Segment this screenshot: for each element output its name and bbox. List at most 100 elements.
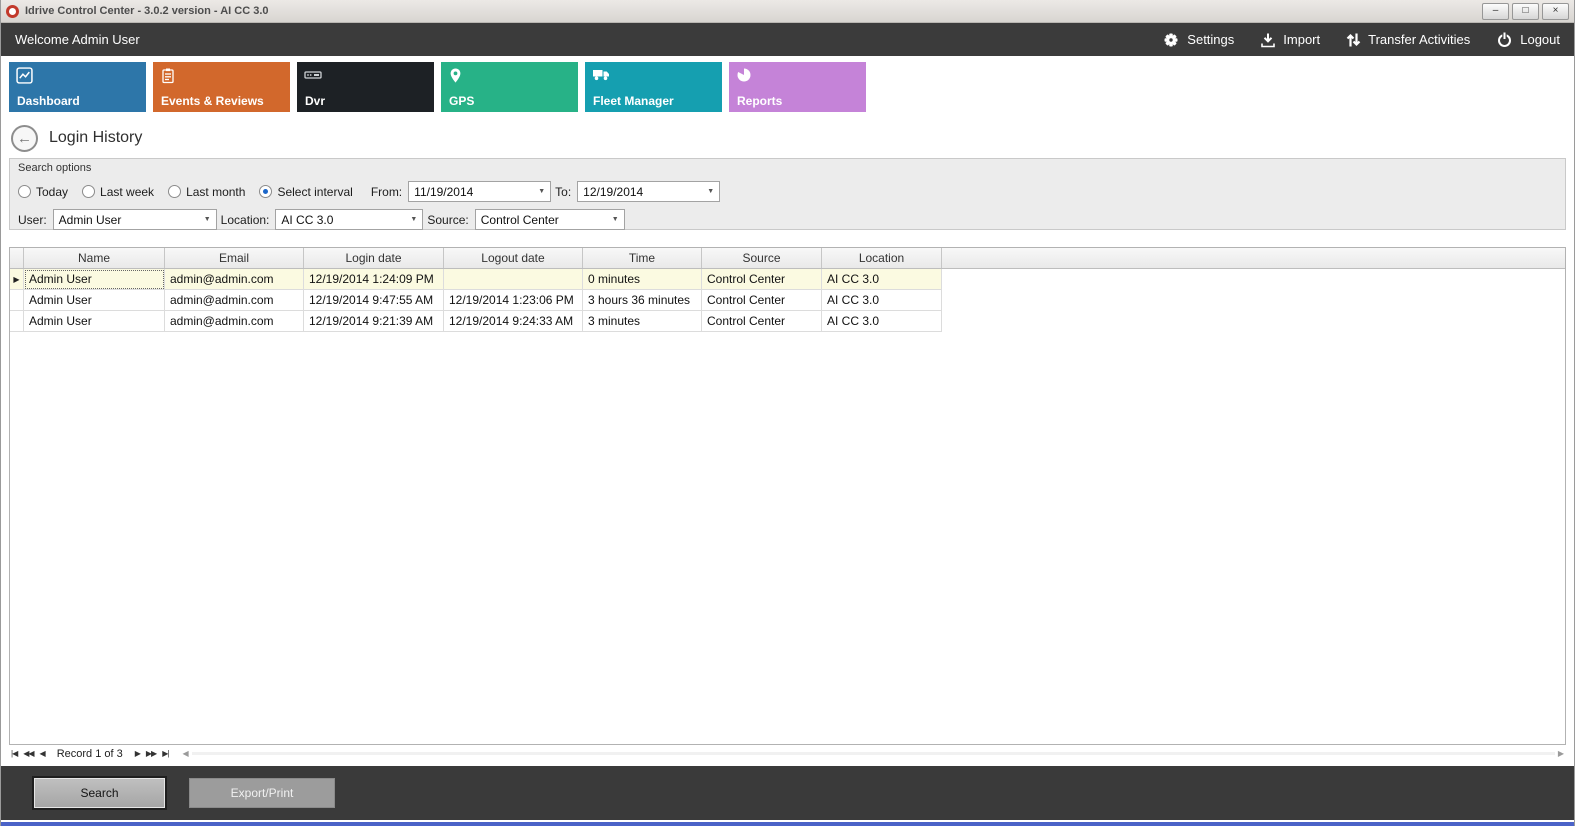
- cell-logout-date[interactable]: 12/19/2014 9:24:33 AM: [444, 311, 583, 332]
- radio-select-interval-circle[interactable]: [259, 185, 272, 198]
- radio-last-month[interactable]: Last month: [168, 185, 245, 199]
- settings-button[interactable]: Settings: [1162, 31, 1234, 49]
- pie-chart-icon: [736, 67, 752, 88]
- record-count-text: Record 1 of 3: [57, 748, 123, 760]
- welcome-text: Welcome Admin User: [15, 32, 140, 47]
- nav-tile-dvr[interactable]: Dvr: [297, 62, 434, 112]
- column-header-email[interactable]: Email: [165, 248, 304, 268]
- location-dropdown[interactable]: AI CC 3.0 ▼: [275, 209, 423, 230]
- scrollbar-track[interactable]: [192, 752, 1555, 755]
- import-label: Import: [1283, 32, 1320, 47]
- cell-login-date[interactable]: 12/19/2014 9:47:55 AM: [304, 290, 444, 311]
- column-header-login-date[interactable]: Login date: [304, 248, 444, 268]
- radio-last-month-circle[interactable]: [168, 185, 181, 198]
- nav-tile-reports[interactable]: Reports: [729, 62, 866, 112]
- import-download-icon: [1260, 32, 1276, 48]
- cell-name[interactable]: Admin User: [24, 290, 165, 311]
- grid-horizontal-scrollbar[interactable]: ◀ ▶: [182, 749, 1564, 758]
- cell-login-date[interactable]: 12/19/2014 9:21:39 AM: [304, 311, 444, 332]
- table-row[interactable]: Admin User admin@admin.com 12/19/2014 9:…: [10, 311, 1565, 332]
- radio-today-circle[interactable]: [18, 185, 31, 198]
- window-bottom-border: [1, 822, 1574, 826]
- radio-today-label: Today: [36, 185, 68, 199]
- location-label: Location:: [221, 213, 270, 227]
- cell-name[interactable]: Admin User: [24, 269, 165, 290]
- column-header-time[interactable]: Time: [583, 248, 702, 268]
- to-date-dropdown[interactable]: 12/19/2014 ▼: [577, 181, 720, 202]
- cell-logout-date[interactable]: [444, 269, 583, 290]
- search-options-label: Search options: [18, 162, 1557, 174]
- line-chart-icon: [16, 67, 33, 89]
- chevron-down-icon[interactable]: ▼: [405, 210, 422, 229]
- nav-tile-label: GPS: [449, 94, 474, 108]
- radio-today[interactable]: Today: [18, 185, 68, 199]
- radio-last-week-circle[interactable]: [82, 185, 95, 198]
- transfer-activities-label: Transfer Activities: [1368, 32, 1470, 47]
- minimize-button[interactable]: –: [1482, 3, 1509, 20]
- top-menu-bar: Welcome Admin User Settings: [1, 23, 1574, 56]
- nav-tile-events-reviews[interactable]: Events & Reviews: [153, 62, 290, 112]
- export-print-button[interactable]: Export/Print: [189, 778, 335, 808]
- cell-email[interactable]: admin@admin.com: [165, 290, 304, 311]
- table-row[interactable]: ▶ Admin User admin@admin.com 12/19/2014 …: [10, 269, 1565, 290]
- radio-last-week[interactable]: Last week: [82, 185, 154, 199]
- cell-location[interactable]: AI CC 3.0: [822, 311, 942, 332]
- prev-page-button[interactable]: ◀◀: [23, 749, 33, 758]
- chevron-down-icon[interactable]: ▼: [533, 182, 550, 201]
- indicator-header-cell: [10, 248, 24, 268]
- transfer-activities-button[interactable]: Transfer Activities: [1346, 32, 1470, 48]
- power-icon: [1496, 31, 1513, 48]
- next-page-button[interactable]: ▶▶: [146, 749, 156, 758]
- cell-time[interactable]: 0 minutes: [583, 269, 702, 290]
- cell-name[interactable]: Admin User: [24, 311, 165, 332]
- cell-email[interactable]: admin@admin.com: [165, 311, 304, 332]
- nav-tile-dashboard[interactable]: Dashboard: [9, 62, 146, 112]
- cell-source[interactable]: Control Center: [702, 311, 822, 332]
- nav-tile-label: Events & Reviews: [161, 94, 264, 108]
- column-header-logout-date[interactable]: Logout date: [444, 248, 583, 268]
- next-record-button[interactable]: ▶: [135, 749, 140, 758]
- back-button[interactable]: ←: [11, 125, 38, 152]
- cell-email[interactable]: admin@admin.com: [165, 269, 304, 290]
- nav-tile-gps[interactable]: GPS: [441, 62, 578, 112]
- cell-location[interactable]: AI CC 3.0: [822, 290, 942, 311]
- from-date-dropdown[interactable]: 11/19/2014 ▼: [408, 181, 551, 202]
- prev-record-button[interactable]: ◀: [40, 749, 45, 758]
- maximize-button[interactable]: □: [1512, 3, 1539, 20]
- cell-login-date[interactable]: 12/19/2014 1:24:09 PM: [304, 269, 444, 290]
- cell-time[interactable]: 3 hours 36 minutes: [583, 290, 702, 311]
- table-row[interactable]: Admin User admin@admin.com 12/19/2014 9:…: [10, 290, 1565, 311]
- logout-button[interactable]: Logout: [1496, 31, 1560, 48]
- radio-select-interval[interactable]: Select interval: [259, 185, 352, 199]
- source-label: Source:: [427, 213, 468, 227]
- nav-tile-fleet-manager[interactable]: Fleet Manager: [585, 62, 722, 112]
- header-filler: [942, 248, 1565, 268]
- column-header-source[interactable]: Source: [702, 248, 822, 268]
- user-dropdown[interactable]: Admin User ▼: [53, 209, 217, 230]
- search-button[interactable]: Search: [34, 778, 165, 808]
- grid-header-row: Name Email Login date Logout date Time S…: [10, 248, 1565, 269]
- first-record-button[interactable]: |◀: [11, 749, 17, 758]
- close-button[interactable]: ×: [1542, 3, 1569, 20]
- clipboard-icon: [160, 67, 176, 89]
- scroll-left-icon[interactable]: ◀: [182, 749, 188, 758]
- chevron-down-icon[interactable]: ▼: [702, 182, 719, 201]
- nav-tile-label: Fleet Manager: [593, 94, 674, 108]
- page-title: Login History: [49, 129, 142, 147]
- search-options-panel: Search options Today Last week Last mont…: [9, 158, 1566, 230]
- record-navigator: |◀ ◀◀ ◀ Record 1 of 3 ▶ ▶▶ ▶| ◀ ▶: [1, 745, 1574, 762]
- cell-location[interactable]: AI CC 3.0: [822, 269, 942, 290]
- chevron-down-icon[interactable]: ▼: [607, 210, 624, 229]
- chevron-down-icon[interactable]: ▼: [199, 210, 216, 229]
- last-record-button[interactable]: ▶|: [162, 749, 168, 758]
- column-header-location[interactable]: Location: [822, 248, 942, 268]
- cell-logout-date[interactable]: 12/19/2014 1:23:06 PM: [444, 290, 583, 311]
- cell-source[interactable]: Control Center: [702, 269, 822, 290]
- column-header-name[interactable]: Name: [24, 248, 165, 268]
- source-dropdown[interactable]: Control Center ▼: [475, 209, 625, 230]
- cell-source[interactable]: Control Center: [702, 290, 822, 311]
- nav-tile-label: Reports: [737, 94, 782, 108]
- import-button[interactable]: Import: [1260, 32, 1320, 48]
- cell-time[interactable]: 3 minutes: [583, 311, 702, 332]
- scroll-right-icon[interactable]: ▶: [1558, 749, 1564, 758]
